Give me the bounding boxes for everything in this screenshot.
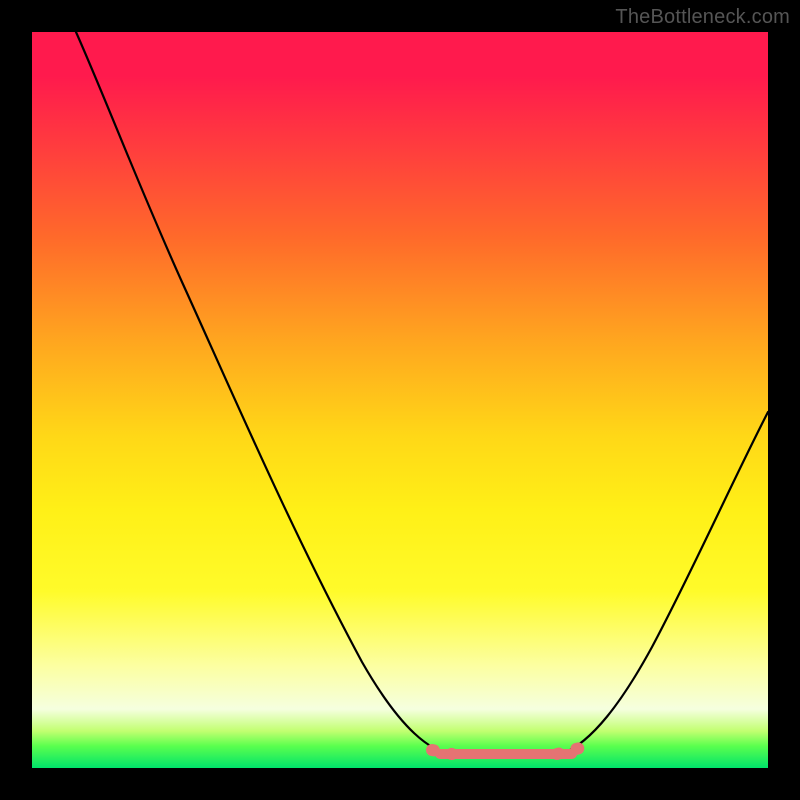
curve-layer (32, 32, 768, 768)
right-curve (562, 412, 768, 754)
chart-stage: TheBottleneck.com (0, 0, 800, 800)
plot-area (32, 32, 768, 768)
left-curve (76, 32, 452, 754)
watermark-text: TheBottleneck.com (615, 6, 790, 29)
